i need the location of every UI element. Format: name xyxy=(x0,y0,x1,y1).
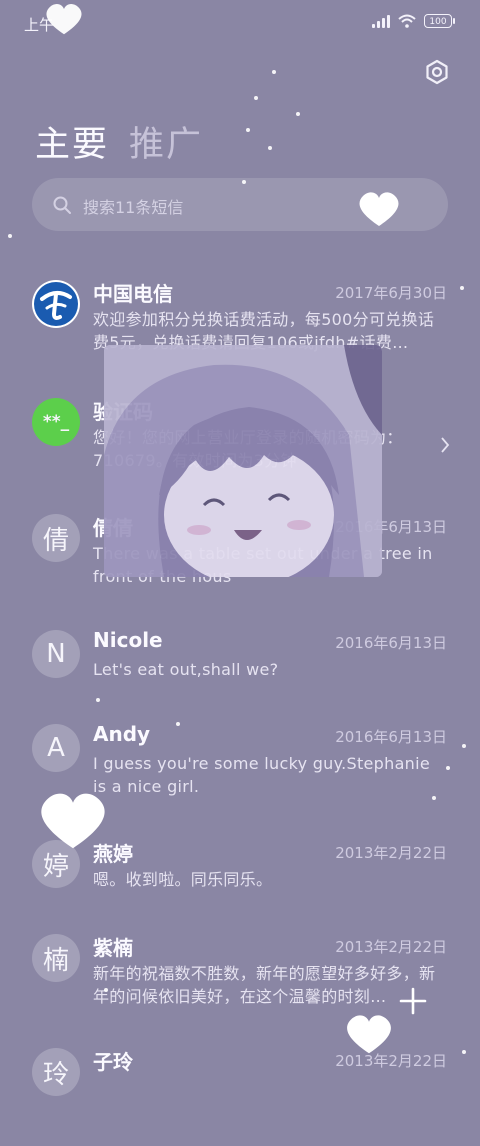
tab-bar: 主要 推广 xyxy=(35,116,203,167)
sparkle-dot xyxy=(104,988,108,992)
sparkle-dot xyxy=(272,70,276,74)
chevron-right-icon[interactable] xyxy=(440,436,450,454)
contact-name: 紫楠 xyxy=(93,936,133,960)
contact-name: Nicole xyxy=(93,628,163,652)
sparkle-dot xyxy=(268,146,272,150)
message-date: 2016年6月13日 xyxy=(335,634,447,652)
avatar: 楠 xyxy=(32,934,80,982)
avatar: A xyxy=(32,724,80,772)
anime-girl-sticker[interactable] xyxy=(104,345,382,577)
sparkle-dot xyxy=(296,112,300,116)
avatar: **_ xyxy=(32,398,80,446)
sparkle-dot xyxy=(246,128,250,132)
message-preview: Let's eat out,shall we? xyxy=(93,660,279,679)
message-date: 2017年6月30日 xyxy=(335,284,447,302)
heart-sparkle-icon xyxy=(347,1015,391,1054)
avatar: 倩 xyxy=(32,514,80,562)
gear-icon[interactable] xyxy=(423,58,451,86)
sparkle-dot xyxy=(446,766,450,770)
sparkle-dot xyxy=(8,234,12,238)
sparkle-dot xyxy=(242,180,246,184)
message-date: 2013年2月22日 xyxy=(335,938,447,956)
sparkle-dot xyxy=(96,698,100,702)
message-preview: 嗯。收到啦。同乐同乐。 xyxy=(93,870,273,889)
avatar: N xyxy=(32,630,80,678)
list-item[interactable]: 玲 子玲 2013年2月22日 xyxy=(0,1036,480,1146)
search-placeholder: 搜索11条短信 xyxy=(83,198,184,217)
battery-icon: 100 xyxy=(424,14,455,28)
message-date: 2013年2月22日 xyxy=(335,844,447,862)
message-date: 2016年6月13日 xyxy=(335,728,447,746)
heart-sparkle-icon xyxy=(46,3,82,35)
status-icons: 100 xyxy=(372,14,455,28)
sparkle-dot xyxy=(462,1050,466,1054)
heart-sparkle-icon xyxy=(41,793,105,849)
new-message-button[interactable] xyxy=(398,986,428,1016)
telecom-logo-icon xyxy=(32,280,80,328)
tab-promo[interactable]: 推广 xyxy=(129,116,203,167)
sparkle-dot xyxy=(462,744,466,748)
contact-name: 子玲 xyxy=(93,1050,133,1074)
sparkle-dot xyxy=(176,722,180,726)
signal-icon xyxy=(372,14,390,28)
message-preview: 新年的祝福数不胜数，新年的愿望好多好多，新年的问候依旧美好，在这个温馨的时刻… xyxy=(93,964,436,1006)
heart-sparkle-icon xyxy=(359,192,399,226)
avatar: 玲 xyxy=(32,1048,80,1096)
contact-name: 中国电信 xyxy=(93,282,173,306)
wifi-icon xyxy=(398,14,416,28)
sparkle-dot xyxy=(432,796,436,800)
tab-main[interactable]: 主要 xyxy=(35,116,109,167)
contact-name: Andy xyxy=(93,722,151,746)
sparkle-dot xyxy=(460,286,464,290)
search-icon xyxy=(53,196,71,214)
message-preview: I guess you're some lucky guy.Stephanie … xyxy=(93,754,431,796)
sparkle-dot xyxy=(254,96,258,100)
